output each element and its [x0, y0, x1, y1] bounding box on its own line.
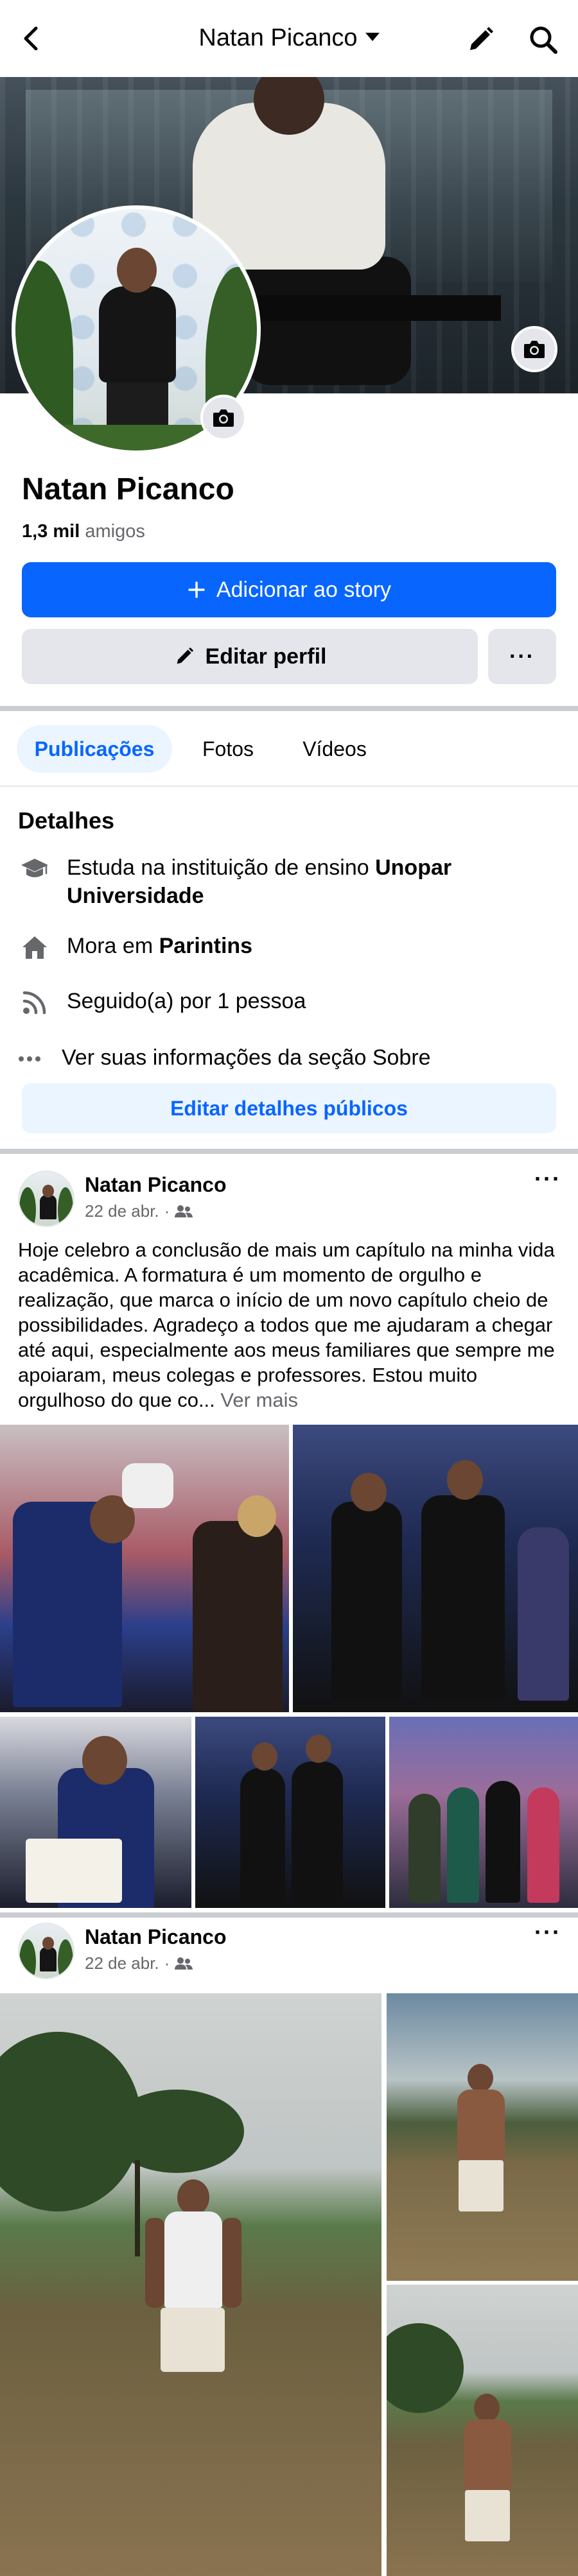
pencil-icon[interactable]: [465, 24, 496, 55]
chevron-down-icon: [365, 33, 380, 42]
post-meta: 22 de abr. ·: [85, 1201, 193, 1221]
edit-profile-label: Editar perfil: [205, 644, 327, 669]
post-meta: 22 de abr. ·: [85, 1953, 193, 1973]
see-more-link[interactable]: Ver mais: [220, 1389, 298, 1411]
post-author-avatar[interactable]: [18, 1923, 74, 1979]
post-text: Hoje celebro a conclusão de mais um capí…: [18, 1237, 563, 1413]
rss-feed-icon: [18, 988, 51, 1017]
pencil-icon: [177, 647, 193, 664]
followers-text: Seguido(a) por 1 pessoa: [67, 989, 306, 1013]
tab-fotos[interactable]: Fotos: [186, 725, 270, 773]
tabs-divider: [0, 786, 578, 787]
friends-label: amigos: [85, 521, 145, 542]
camera-icon: [524, 341, 545, 358]
post-photo[interactable]: [389, 1717, 578, 1908]
more-options-button[interactable]: ···: [488, 629, 556, 684]
post-date[interactable]: 22 de abr.: [85, 1201, 159, 1221]
camera-icon: [213, 409, 234, 427]
post-photo[interactable]: [387, 1993, 578, 2281]
ellipsis-icon: [18, 1045, 51, 1073]
about-text: Ver suas informações da seção Sobre: [62, 1045, 431, 1070]
friends-icon: [175, 1957, 193, 1970]
header-title: Natan Picanco: [198, 24, 358, 51]
avatar-camera-button[interactable]: [200, 395, 247, 441]
post-author-avatar[interactable]: [18, 1171, 74, 1227]
post-photo[interactable]: [0, 1993, 381, 2576]
edit-profile-button[interactable]: Editar perfil: [22, 629, 478, 684]
post-photo[interactable]: [387, 2285, 578, 2576]
post-options-button[interactable]: ···: [534, 1165, 561, 1192]
search-icon[interactable]: [528, 24, 559, 55]
section-divider: [0, 1149, 578, 1154]
tab-publicacoes[interactable]: Publicações: [17, 725, 172, 773]
section-divider: [0, 1912, 578, 1918]
location-prefix: Mora em: [67, 934, 159, 958]
section-divider: [0, 706, 578, 711]
post-author-name[interactable]: Natan Picanco: [85, 1925, 227, 1949]
post-photo[interactable]: [0, 1425, 289, 1712]
home-icon: [18, 933, 51, 961]
friends-count[interactable]: 1,3 mil amigos: [22, 521, 145, 542]
add-to-story-label: Adicionar ao story: [216, 577, 392, 602]
post-body: Hoje celebro a conclusão de mais um capí…: [18, 1239, 555, 1411]
friends-count-value: 1,3 mil: [22, 521, 80, 542]
add-to-story-button[interactable]: Adicionar ao story: [22, 562, 556, 617]
post-photo[interactable]: [0, 1717, 191, 1908]
education-prefix: Estuda na instituição de ensino: [67, 855, 376, 880]
post-date[interactable]: 22 de abr.: [85, 1953, 159, 1973]
friends-icon: [175, 1205, 193, 1217]
location-place[interactable]: Parintins: [159, 934, 252, 958]
detail-education: Estuda na instituição de ensino Unopar U…: [18, 854, 557, 911]
edit-public-details-button[interactable]: Editar detalhes públicos: [22, 1083, 556, 1133]
more-dots-icon: ···: [509, 644, 535, 669]
details-heading: Detalhes: [18, 807, 115, 834]
top-bar: Natan Picanco: [0, 0, 578, 77]
tab-videos[interactable]: Vídeos: [286, 725, 383, 773]
profile-name: Natan Picanco: [22, 472, 234, 506]
post-author-name[interactable]: Natan Picanco: [85, 1173, 227, 1197]
post-photo[interactable]: [195, 1717, 385, 1908]
cover-camera-button[interactable]: [511, 326, 557, 372]
post-photo[interactable]: [293, 1425, 578, 1712]
post-options-button[interactable]: ···: [534, 1919, 561, 1946]
graduation-cap-icon: [18, 855, 51, 883]
plus-icon: [188, 581, 205, 598]
